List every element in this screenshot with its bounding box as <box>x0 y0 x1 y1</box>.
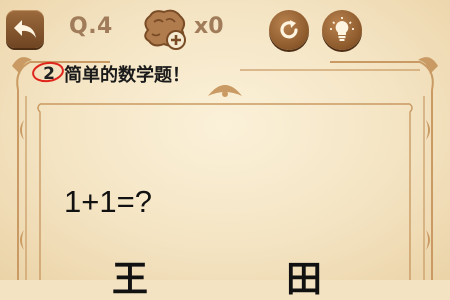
answer-option-right[interactable]: 田 <box>286 262 322 298</box>
question-text: 简单的数学题！ <box>64 65 190 86</box>
lightbulb-icon <box>330 17 354 41</box>
hint-count: x0 <box>194 14 224 39</box>
top-bar: Q.4 x0 <box>0 0 450 62</box>
level-label: Q.4 <box>69 14 113 39</box>
retry-icon <box>280 20 298 39</box>
brain-plus-icon[interactable] <box>140 8 188 52</box>
answer-option-left[interactable]: 王 <box>112 262 148 298</box>
hint-bulb-button[interactable] <box>322 10 362 50</box>
question-number: 2 <box>32 61 64 84</box>
back-arrow-icon <box>14 20 36 38</box>
retry-button[interactable] <box>269 10 309 50</box>
math-equation: 1+1=? <box>64 184 152 219</box>
back-button[interactable] <box>6 10 44 48</box>
red-circle-mark <box>32 61 64 83</box>
question-title: 2 简单的数学题！ <box>32 61 190 86</box>
